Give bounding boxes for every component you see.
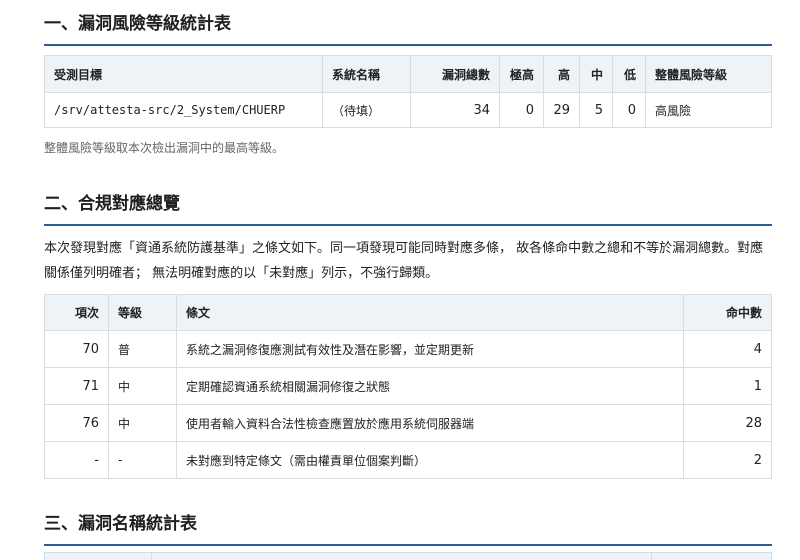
cell-level: -	[108, 441, 177, 479]
cell-overall-risk: 高風險	[645, 92, 772, 128]
table-header-row: 項次 等級 條文 命中數	[44, 294, 772, 331]
section-1-title: 一、漏洞風險等級統計表	[44, 9, 772, 46]
cell-critical: 0	[499, 92, 544, 128]
header-medium: 中	[579, 55, 613, 93]
cell-high: 29	[543, 92, 580, 128]
column-divider	[151, 553, 152, 560]
table-row: - - 未對應到特定條文（需由權責單位個案判斷） 2	[44, 441, 772, 479]
header-low: 低	[612, 55, 646, 93]
cell-system-name: （待填）	[322, 92, 411, 128]
cell-item-no: 71	[44, 367, 109, 405]
cell-clause: 定期確認資通系統相關漏洞修復之狀態	[176, 367, 684, 405]
cell-item-no: 70	[44, 330, 109, 368]
table-row: 76 中 使用者輸入資料合法性檢查應置放於應用系統伺服器端 28	[44, 404, 772, 442]
cell-item-no: 76	[44, 404, 109, 442]
cell-hits: 28	[683, 404, 772, 442]
cell-hits: 4	[683, 330, 772, 368]
cell-target: /srv/attesta-src/2_System/CHUERP	[44, 92, 323, 128]
cell-total: 34	[410, 92, 500, 128]
cell-clause: 未對應到特定條文（需由權責單位個案判斷）	[176, 441, 684, 479]
section-2-title: 二、合規對應總覽	[44, 189, 772, 226]
section-3-title: 三、漏洞名稱統計表	[44, 509, 772, 546]
cell-level: 中	[108, 367, 177, 405]
table-header-row: 受測目標 系統名稱 漏洞總數 極高 高 中 低 整體風險等級	[44, 55, 772, 93]
header-total: 漏洞總數	[410, 55, 500, 93]
cell-medium: 5	[579, 92, 613, 128]
cell-hits: 1	[683, 367, 772, 405]
table-row: 71 中 定期確認資通系統相關漏洞修復之狀態 1	[44, 367, 772, 405]
risk-note: 整體風險等級取本次檢出漏洞中的最高等級。	[44, 141, 285, 155]
header-critical: 極高	[499, 55, 544, 93]
cell-clause: 使用者輸入資料合法性檢查應置放於應用系統伺服器端	[176, 404, 684, 442]
compliance-table: 項次 等級 條文 命中數 70 普 系統之漏洞修復應測試有效性及潛在影響，並定期…	[44, 294, 772, 479]
header-high: 高	[543, 55, 580, 93]
compliance-paragraph: 本次發現對應「資通系統防護基準」之條文如下。同一項發現可能同時對應多條， 故各條…	[44, 241, 764, 281]
table-row: /srv/attesta-src/2_System/CHUERP （待填） 34…	[44, 92, 772, 128]
cell-hits: 2	[683, 441, 772, 479]
risk-level-table: 受測目標 系統名稱 漏洞總數 極高 高 中 低 整體風險等級 /srv/atte…	[44, 55, 772, 128]
header-overall-risk: 整體風險等級	[645, 55, 772, 93]
vulnerability-name-table-header	[44, 552, 772, 560]
cell-level: 普	[108, 330, 177, 368]
cell-low: 0	[612, 92, 646, 128]
header-target: 受測目標	[44, 55, 323, 93]
cell-item-no: -	[44, 441, 109, 479]
header-system-name: 系統名稱	[322, 55, 411, 93]
header-hits: 命中數	[683, 294, 772, 331]
header-clause: 條文	[176, 294, 684, 331]
header-level: 等級	[108, 294, 177, 331]
column-divider	[651, 553, 652, 560]
header-item-no: 項次	[44, 294, 109, 331]
table-row: 70 普 系統之漏洞修復應測試有效性及潛在影響，並定期更新 4	[44, 330, 772, 368]
cell-level: 中	[108, 404, 177, 442]
cell-clause: 系統之漏洞修復應測試有效性及潛在影響，並定期更新	[176, 330, 684, 368]
